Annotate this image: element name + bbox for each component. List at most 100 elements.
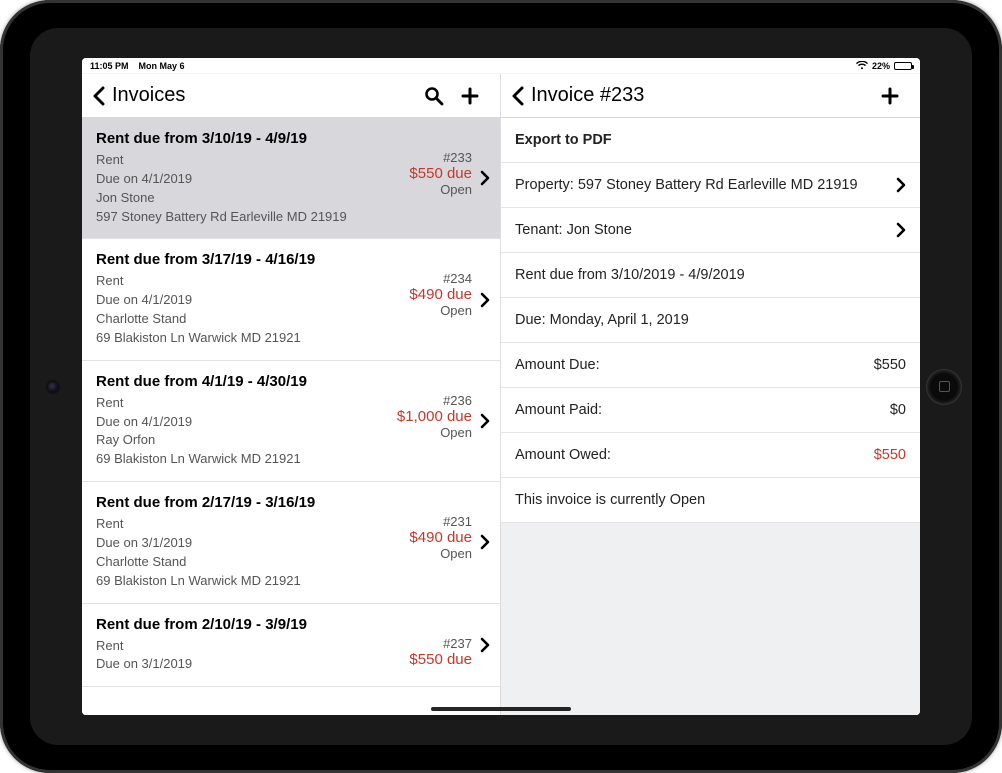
ipad-frame: 11:05 PM Mon May 6 22% xyxy=(0,0,1002,773)
back-icon[interactable] xyxy=(92,86,106,106)
chevron-right-icon xyxy=(896,177,906,193)
home-indicator[interactable] xyxy=(431,707,571,711)
invoice-item-number: #231 xyxy=(409,514,472,529)
amount-due-value: $550 xyxy=(874,357,906,373)
export-pdf-row[interactable]: Export to PDF xyxy=(501,118,920,163)
status-bar: 11:05 PM Mon May 6 22% xyxy=(82,58,920,74)
detail-back-icon[interactable] xyxy=(511,86,525,106)
invoice-item-status: Open xyxy=(397,425,472,440)
invoice-item-category: Rent xyxy=(96,637,409,656)
invoice-item-number: #236 xyxy=(397,393,472,408)
chevron-right-icon xyxy=(472,616,490,675)
battery-icon xyxy=(894,62,912,70)
chevron-right-icon xyxy=(472,373,490,469)
split-content: Invoices Rent due from 3/10/19 - 4/9/19R… xyxy=(82,74,920,715)
period-label: Rent due from 3/10/2019 - 4/9/2019 xyxy=(515,267,906,283)
status-time-date: 11:05 PM Mon May 6 xyxy=(90,61,185,71)
invoice-item-title: Rent due from 4/1/19 - 4/30/19 xyxy=(96,373,397,390)
invoice-item-amount: $490 due xyxy=(409,529,472,546)
invoices-title: Invoices xyxy=(112,84,185,107)
invoice-item-amount: $550 due xyxy=(409,165,472,182)
invoice-item-title: Rent due from 2/17/19 - 3/16/19 xyxy=(96,494,409,511)
invoice-item-due: Due on 3/1/2019 xyxy=(96,534,409,553)
invoices-pane: Invoices Rent due from 3/10/19 - 4/9/19R… xyxy=(82,74,501,715)
invoice-item-title: Rent due from 2/10/19 - 3/9/19 xyxy=(96,616,409,633)
search-icon[interactable] xyxy=(424,86,454,106)
tenant-label: Tenant: Jon Stone xyxy=(515,222,888,238)
invoice-item-status: Open xyxy=(409,182,472,197)
detail-title: Invoice #233 xyxy=(531,84,644,107)
amount-owed-label: Amount Owed: xyxy=(515,447,874,463)
invoice-item-right: #231$490 dueOpen xyxy=(409,494,472,590)
invoice-item-category: Rent xyxy=(96,515,409,534)
invoice-item[interactable]: Rent due from 2/17/19 - 3/16/19 RentDue o… xyxy=(82,482,500,603)
property-row[interactable]: Property: 597 Stoney Battery Rd Earlevil… xyxy=(501,163,920,208)
detail-nav: Invoice #233 xyxy=(501,74,920,118)
tenant-row[interactable]: Tenant: Jon Stone xyxy=(501,208,920,253)
invoice-item-right: #233$550 dueOpen xyxy=(409,130,472,226)
amount-due-label: Amount Due: xyxy=(515,357,874,373)
invoice-item-status: Open xyxy=(409,303,472,318)
invoice-item-address: 597 Stoney Battery Rd Earleville MD 2191… xyxy=(96,208,409,227)
invoice-item-main: Rent due from 3/17/19 - 4/16/19 RentDue o… xyxy=(96,251,409,347)
invoice-item-tenant: Ray Orfon xyxy=(96,431,397,450)
invoice-item-tenant: Charlotte Stand xyxy=(96,310,409,329)
invoice-status-row: This invoice is currently Open xyxy=(501,478,920,523)
invoice-list[interactable]: Rent due from 3/10/19 - 4/9/19RentDue on… xyxy=(82,118,500,715)
wifi-icon xyxy=(856,61,868,70)
detail-list: Export to PDF Property: 597 Stoney Batte… xyxy=(501,118,920,715)
invoice-item-right: #236$1,000 dueOpen xyxy=(397,373,472,469)
invoice-item-main: Rent due from 2/17/19 - 3/16/19 RentDue o… xyxy=(96,494,409,590)
camera-dot xyxy=(48,382,58,392)
invoice-item-due: Due on 4/1/2019 xyxy=(96,170,409,189)
invoice-item-title: Rent due from 3/10/19 - 4/9/19 xyxy=(96,130,409,147)
invoice-item-amount: $1,000 due xyxy=(397,408,472,425)
home-button[interactable] xyxy=(926,369,962,405)
invoice-item-category: Rent xyxy=(96,272,409,291)
due-date-row: Due: Monday, April 1, 2019 xyxy=(501,298,920,343)
invoice-status-text: This invoice is currently Open xyxy=(515,492,906,508)
amount-owed-value: $550 xyxy=(874,447,906,463)
invoice-item-due: Due on 4/1/2019 xyxy=(96,413,397,432)
invoice-detail-pane: Invoice #233 Export to PDF Property: 597… xyxy=(501,74,920,715)
status-right: 22% xyxy=(856,61,912,71)
status-date: Mon May 6 xyxy=(139,61,185,71)
invoice-item-tenant: Jon Stone xyxy=(96,189,409,208)
export-pdf-label: Export to PDF xyxy=(515,132,906,148)
add-detail-icon[interactable] xyxy=(880,86,910,106)
invoice-item-category: Rent xyxy=(96,151,409,170)
invoice-item-title: Rent due from 3/17/19 - 4/16/19 xyxy=(96,251,409,268)
amount-paid-label: Amount Paid: xyxy=(515,402,890,418)
chevron-right-icon xyxy=(472,130,490,226)
invoice-item-amount: $490 due xyxy=(409,286,472,303)
chevron-right-icon xyxy=(472,251,490,347)
screen: 11:05 PM Mon May 6 22% xyxy=(82,58,920,715)
invoice-item-due: Due on 3/1/2019 xyxy=(96,655,409,674)
due-date-label: Due: Monday, April 1, 2019 xyxy=(515,312,906,328)
invoice-item-address: 69 Blakiston Ln Warwick MD 21921 xyxy=(96,572,409,591)
invoice-item[interactable]: Rent due from 3/10/19 - 4/9/19 RentDue on… xyxy=(82,118,500,239)
invoice-item-main: Rent due from 4/1/19 - 4/30/19 RentDue on… xyxy=(96,373,397,469)
ipad-bezel: 11:05 PM Mon May 6 22% xyxy=(30,28,972,745)
invoice-item-category: Rent xyxy=(96,394,397,413)
invoice-item-address: 69 Blakiston Ln Warwick MD 21921 xyxy=(96,450,397,469)
invoice-item[interactable]: Rent due from 4/1/19 - 4/30/19 RentDue on… xyxy=(82,361,500,482)
invoice-item-amount: $550 due xyxy=(409,651,472,668)
status-time: 11:05 PM xyxy=(90,61,129,71)
invoice-item-number: #234 xyxy=(409,271,472,286)
chevron-right-icon xyxy=(896,222,906,238)
period-row: Rent due from 3/10/2019 - 4/9/2019 xyxy=(501,253,920,298)
invoice-item-address: 69 Blakiston Ln Warwick MD 21921 xyxy=(96,329,409,348)
property-label: Property: 597 Stoney Battery Rd Earlevil… xyxy=(515,177,888,193)
invoices-nav: Invoices xyxy=(82,74,500,118)
invoice-item-right: #237$550 due xyxy=(409,616,472,675)
invoice-item[interactable]: Rent due from 3/17/19 - 4/16/19 RentDue o… xyxy=(82,239,500,360)
add-invoice-icon[interactable] xyxy=(460,86,490,106)
invoice-item[interactable]: Rent due from 2/10/19 - 3/9/19 RentDue on… xyxy=(82,604,500,688)
battery-pct: 22% xyxy=(872,61,890,71)
invoice-item-due: Due on 4/1/2019 xyxy=(96,291,409,310)
amount-paid-value: $0 xyxy=(890,402,906,418)
invoice-item-main: Rent due from 2/10/19 - 3/9/19 RentDue on… xyxy=(96,616,409,675)
amount-due-row: Amount Due: $550 xyxy=(501,343,920,388)
chevron-right-icon xyxy=(472,494,490,590)
